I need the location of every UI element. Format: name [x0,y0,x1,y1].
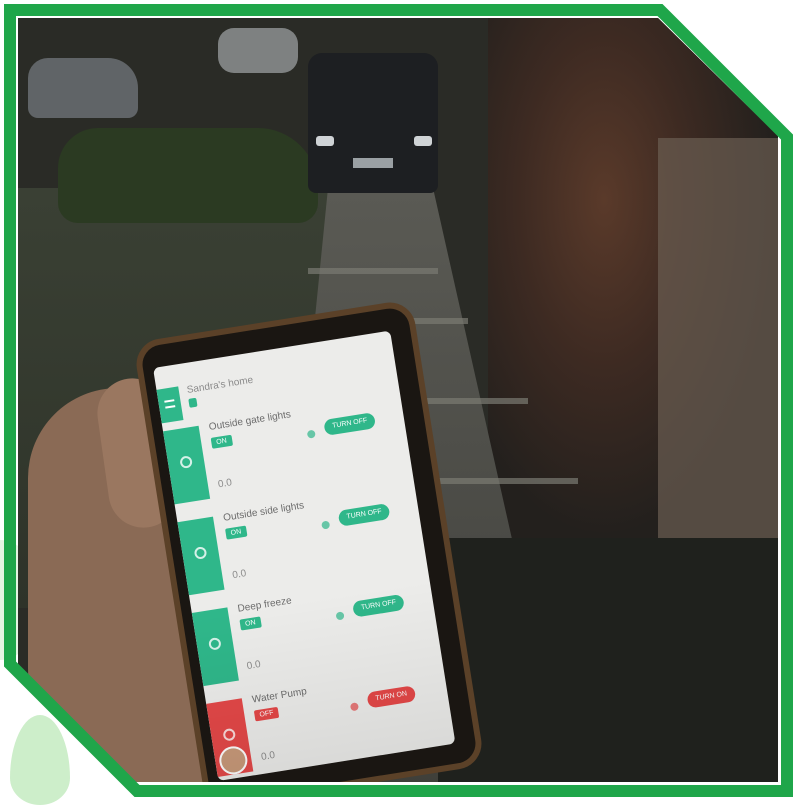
photo-frame: Sandra's home Outside gate lights ON TUR… [0,0,797,805]
green-frame-border [4,4,793,797]
